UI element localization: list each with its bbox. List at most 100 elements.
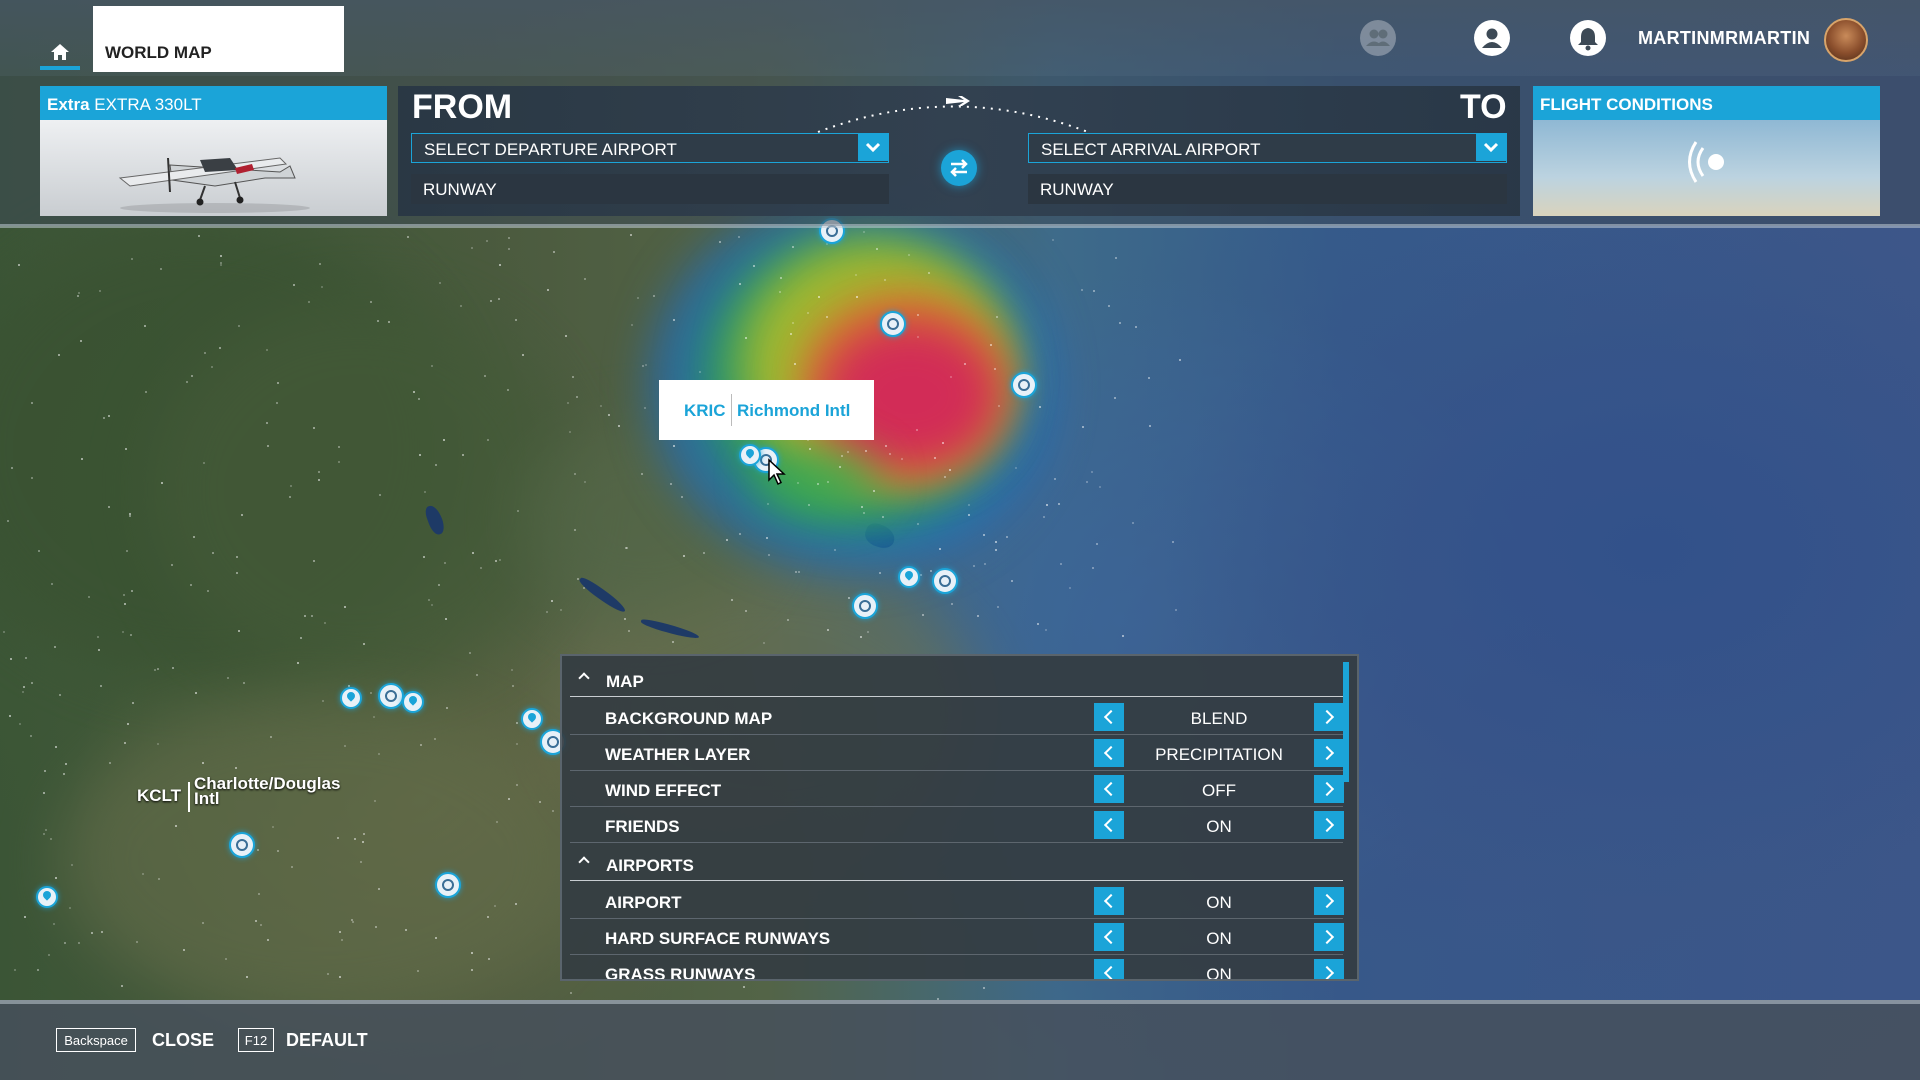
city-light-dot: [276, 381, 279, 384]
chevron-left-icon[interactable]: [1094, 923, 1124, 951]
city-light-dot: [644, 406, 647, 409]
arrival-runway-field[interactable]: RUNWAY: [1028, 174, 1507, 204]
city-light-dot: [42, 791, 45, 794]
airport-marker[interactable]: [1011, 372, 1037, 398]
city-light-dot: [569, 991, 572, 994]
notifications-button[interactable]: [1570, 20, 1606, 56]
default-button[interactable]: DEFAULT: [286, 1030, 368, 1051]
flight-conditions-card[interactable]: FLIGHT CONDITIONS: [1533, 86, 1880, 216]
aircraft-selection-card[interactable]: Extra EXTRA 330LT: [40, 86, 387, 216]
airport-pin[interactable]: [402, 691, 424, 713]
airport-marker[interactable]: [378, 683, 404, 709]
aircraft-image: [40, 120, 387, 216]
chevron-left-icon[interactable]: [1094, 887, 1124, 915]
departure-dropdown-button[interactable]: [858, 134, 888, 161]
arrival-dropdown-button[interactable]: [1476, 134, 1506, 161]
city-light-dot: [806, 311, 809, 314]
chevron-left-icon[interactable]: [1094, 775, 1124, 803]
setting-row-wind-effect[interactable]: WIND EFFECT OFF: [570, 771, 1344, 807]
avatar[interactable]: [1824, 18, 1868, 62]
city-light-dot: [130, 589, 133, 592]
city-light-dot: [493, 905, 496, 908]
city-light-dot: [120, 985, 123, 988]
city-light-dot: [336, 837, 339, 840]
city-light-dot: [369, 692, 372, 695]
airport-pin[interactable]: [521, 708, 543, 730]
city-light-dot: [499, 263, 502, 266]
city-light-dot: [240, 514, 243, 517]
section-map-header[interactable]: MAP: [570, 664, 1343, 697]
airport-marker-kclt[interactable]: [229, 832, 255, 858]
city-light-dot: [499, 558, 502, 561]
chevron-left-icon[interactable]: [1094, 739, 1124, 767]
tab-world-map[interactable]: WORLD MAP: [93, 6, 344, 72]
city-light-dot: [1149, 425, 1152, 428]
setting-row-hard-surface-runways[interactable]: HARD SURFACE RUNWAYS ON: [570, 919, 1344, 955]
chevron-right-icon[interactable]: [1314, 739, 1344, 767]
city-light-dot: [583, 278, 586, 281]
setting-row-grass-runways[interactable]: GRASS RUNWAYS ON: [570, 955, 1344, 979]
setting-row-airport[interactable]: AIRPORT ON: [570, 883, 1344, 919]
friends-button[interactable]: [1360, 20, 1396, 56]
city-light-dot: [266, 348, 269, 351]
username-label[interactable]: MARTINMRMARTIN: [1638, 28, 1810, 49]
city-light-dot: [1069, 587, 1072, 590]
chevron-right-icon[interactable]: [1314, 703, 1344, 731]
airport-marker[interactable]: [435, 872, 461, 898]
city-light-dot: [144, 390, 147, 393]
city-light-dot: [917, 313, 920, 316]
city-light-dot: [131, 702, 134, 705]
city-light-dot: [950, 602, 953, 605]
airport-marker[interactable]: [932, 568, 958, 594]
setting-row-friends[interactable]: FRIENDS ON: [570, 807, 1344, 843]
city-light-dot: [339, 930, 342, 933]
city-light-dot: [1060, 563, 1063, 566]
city-light-dot: [445, 706, 448, 709]
chevron-right-icon[interactable]: [1314, 811, 1344, 839]
chevron-right-icon[interactable]: [1314, 775, 1344, 803]
setting-row-background-map[interactable]: BACKGROUND MAP BLEND: [570, 699, 1344, 735]
city-light-dot: [337, 446, 340, 449]
airport-marker[interactable]: [880, 311, 906, 337]
city-light-dot: [1092, 290, 1095, 293]
chevron-right-icon[interactable]: [1314, 887, 1344, 915]
profile-button[interactable]: [1474, 20, 1510, 56]
chevron-left-icon[interactable]: [1094, 959, 1124, 979]
city-light-dot: [993, 368, 996, 371]
city-light-dot: [226, 676, 229, 679]
close-button[interactable]: CLOSE: [152, 1030, 214, 1051]
city-light-dot: [506, 388, 509, 391]
city-light-dot: [1081, 289, 1084, 292]
airport-marker[interactable]: [852, 593, 878, 619]
city-light-dot: [203, 351, 206, 354]
city-light-dot: [19, 722, 22, 725]
city-light-dot: [42, 832, 45, 835]
city-light-dot: [863, 230, 866, 233]
swap-airports-button[interactable]: [941, 150, 977, 186]
setting-row-weather-layer[interactable]: WEATHER LAYER PRECIPITATION: [570, 735, 1344, 771]
city-light-dot: [57, 354, 60, 357]
chevron-right-icon[interactable]: [1314, 923, 1344, 951]
settings-scrollbar[interactable]: [1343, 662, 1349, 782]
city-light-dot: [901, 457, 904, 460]
chevron-left-icon[interactable]: [1094, 811, 1124, 839]
city-light-dot: [486, 438, 489, 441]
chevron-right-icon[interactable]: [1314, 959, 1344, 979]
airport-tooltip[interactable]: KRIC Richmond Intl: [659, 380, 874, 440]
airport-pin[interactable]: [340, 687, 362, 709]
section-airports-header[interactable]: AIRPORTS: [570, 848, 1343, 881]
chevron-left-icon[interactable]: [1094, 703, 1124, 731]
airport-pin[interactable]: [739, 444, 761, 466]
city-light-dot: [235, 556, 238, 559]
arrival-airport-select[interactable]: SELECT ARRIVAL AIRPORT: [1028, 133, 1507, 163]
city-light-dot: [362, 833, 365, 836]
airport-pin[interactable]: [898, 566, 920, 588]
airport-pin[interactable]: [36, 886, 58, 908]
departure-airport-select[interactable]: SELECT DEPARTURE AIRPORT: [411, 133, 889, 163]
aircraft-model: EXTRA 330LT: [94, 95, 202, 114]
home-active-indicator: [40, 66, 80, 70]
map-settings-panel[interactable]: MAP BACKGROUND MAP BLEND WEATHER LAYER P…: [560, 654, 1359, 981]
departure-runway-field[interactable]: RUNWAY: [411, 174, 889, 204]
city-light-dot: [1051, 238, 1054, 241]
city-light-dot: [317, 478, 320, 481]
